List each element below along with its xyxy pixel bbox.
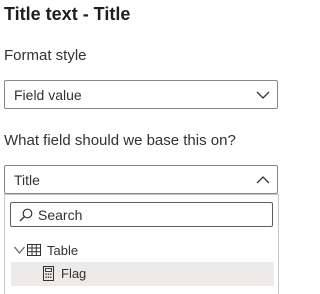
pane-title: Title text - Title	[4, 4, 131, 24]
base-field-dropdown[interactable]: Title	[4, 165, 278, 194]
tree-item-label: Table	[47, 243, 79, 258]
base-field-label: What field should we base this on?	[4, 132, 236, 149]
search-icon	[19, 208, 33, 222]
format-style-dropdown[interactable]: Field value	[4, 80, 278, 109]
table-icon	[27, 244, 41, 256]
tree-item-flag[interactable]: Flag	[11, 262, 274, 286]
base-field-value: Title	[14, 172, 40, 188]
format-style-label: Format style	[4, 47, 87, 64]
field-search-box[interactable]	[10, 202, 273, 227]
search-input[interactable]	[38, 203, 263, 226]
chevron-down-icon	[256, 91, 270, 99]
format-style-value: Field value	[14, 87, 82, 103]
calculator-icon	[43, 266, 54, 281]
chevron-down-icon[interactable]	[14, 246, 25, 254]
tree-item-table[interactable]: Table	[5, 239, 278, 263]
chevron-up-icon	[256, 176, 270, 184]
tree-item-label: Flag	[61, 266, 87, 281]
field-picker-panel: Table Flag	[4, 194, 279, 294]
